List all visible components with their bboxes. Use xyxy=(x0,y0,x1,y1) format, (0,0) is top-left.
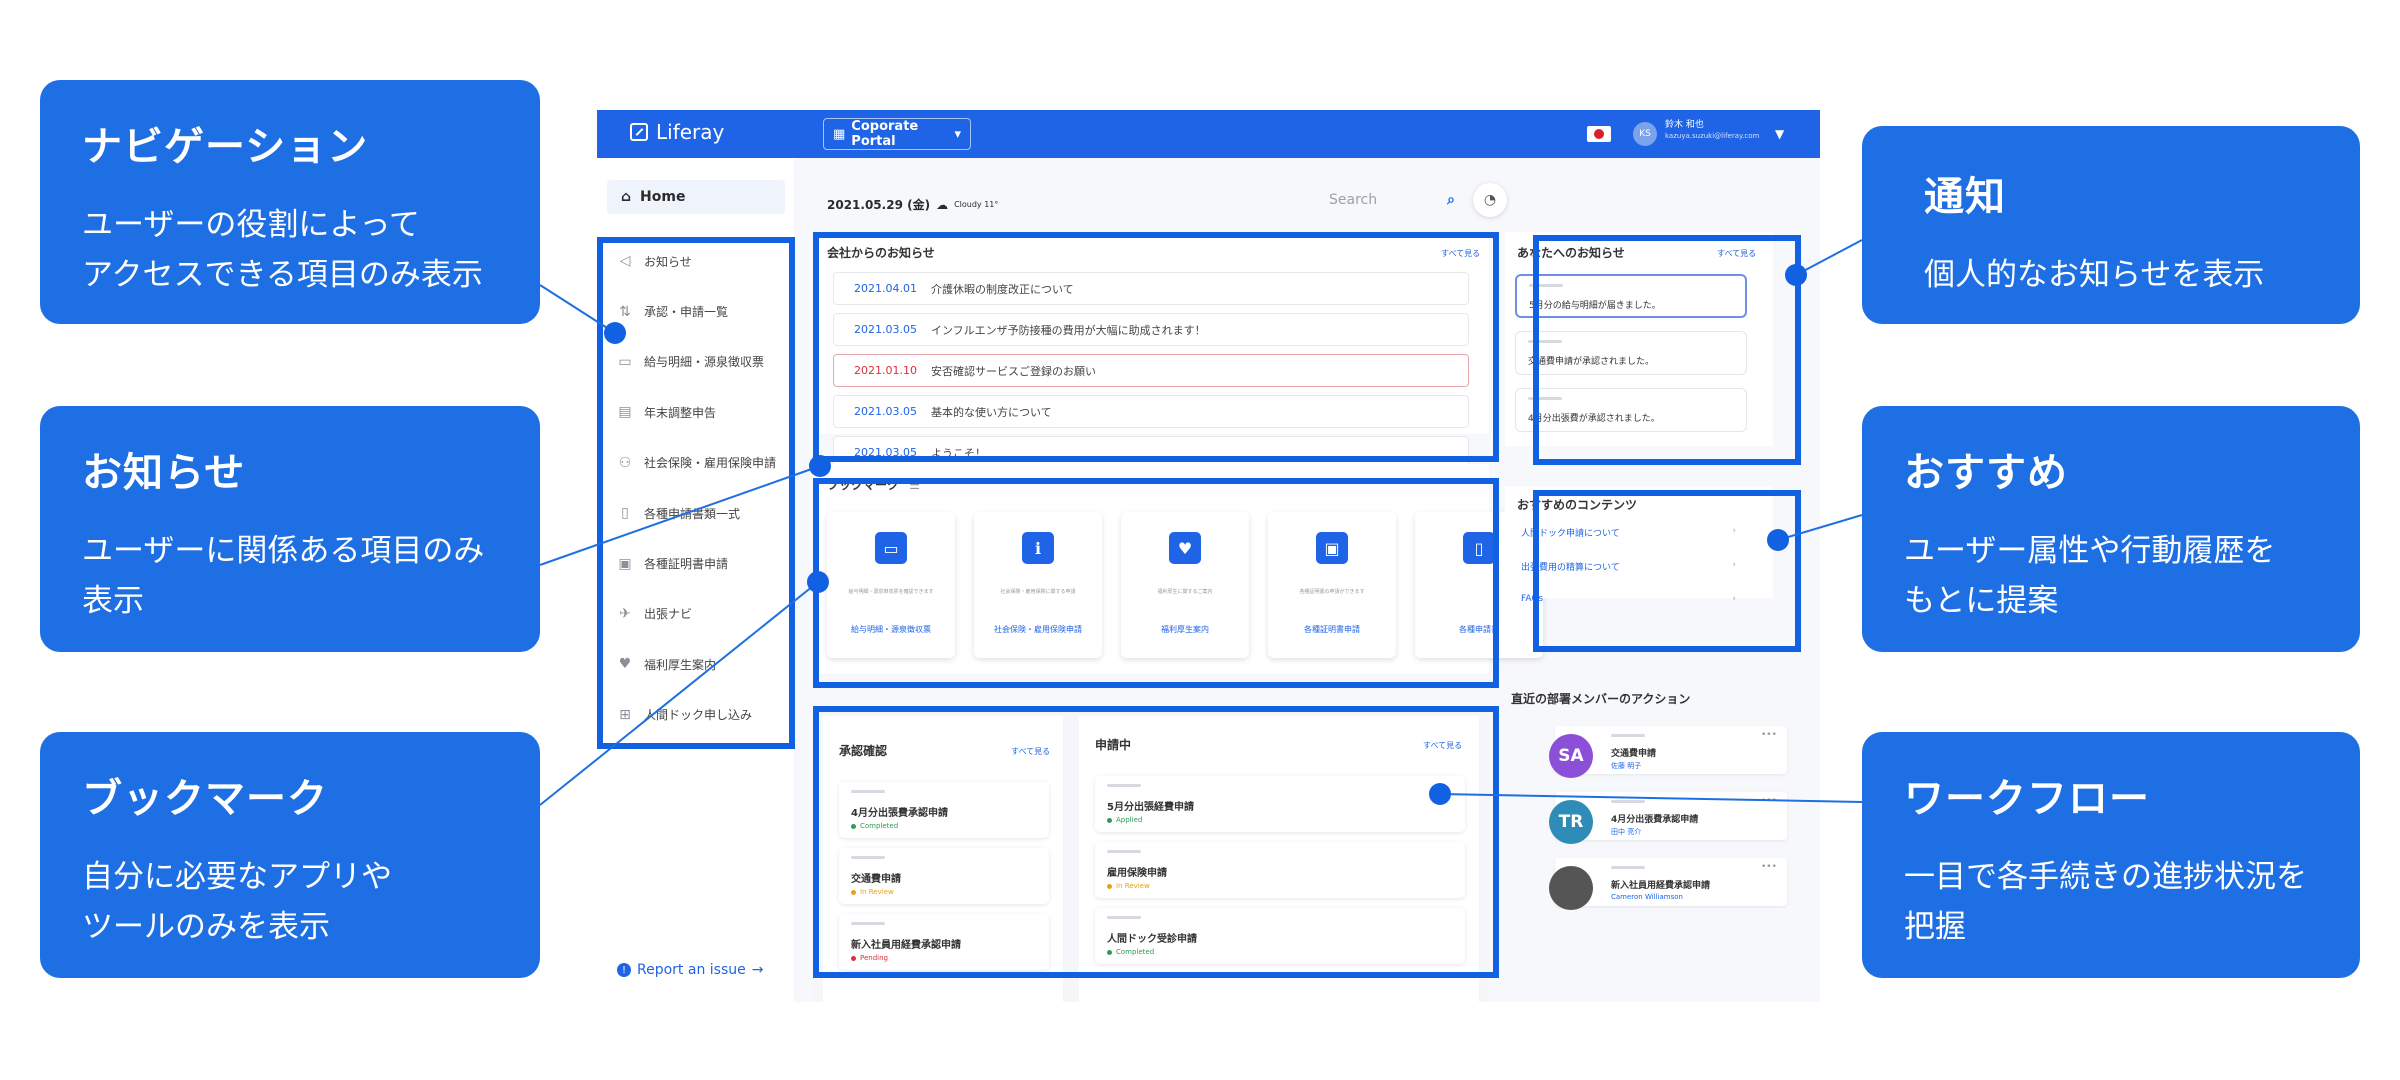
callout-navigation: ナビゲーション ユーザーの役割によって アクセスできる項目のみ表示 xyxy=(40,80,540,324)
callout-bookmark-title: ブックマーク xyxy=(82,776,328,822)
nav-connector-dot xyxy=(604,322,626,344)
callout-recommend: おすすめ ユーザー属性や行動履歴を もとに提案 xyxy=(1862,406,2360,652)
callout-workflow-body: 一目で各手続きの進捗状況を 把握 xyxy=(1904,859,2307,946)
callout-navigation-body: ユーザーの役割によって アクセスできる項目のみ表示 xyxy=(82,207,483,294)
callout-workflow: ワークフロー 一目で各手続きの進捗状況を 把握 xyxy=(1862,732,2360,978)
news-connector-line xyxy=(539,465,821,566)
callout-bookmark-body: 自分に必要なアプリや ツールのみを表示 xyxy=(82,859,392,946)
recommend-connector-dot xyxy=(1767,529,1789,551)
callout-recommend-body: ユーザー属性や行動履歴を もとに提案 xyxy=(1904,533,2276,620)
callout-notify-title: 通知 xyxy=(1924,174,2006,220)
bookmark-connector-line xyxy=(539,581,819,806)
callout-workflow-title: ワークフロー xyxy=(1904,776,2150,822)
workflow-connector-dot xyxy=(1429,783,1451,805)
recommend-connector-line xyxy=(1777,514,1863,541)
news-connector-dot xyxy=(809,455,831,477)
bookmark-connector-dot xyxy=(807,571,829,593)
notify-connector-line xyxy=(1795,239,1863,276)
callout-notify: 通知 個人的なお知らせを表示 xyxy=(1862,126,2360,324)
notify-connector-dot xyxy=(1785,264,1807,286)
callout-recommend-title: おすすめ xyxy=(1904,450,2068,496)
callout-notify-body: 個人的なお知らせを表示 xyxy=(1924,257,2265,293)
nav-connector-line xyxy=(539,284,616,334)
callout-navigation-title: ナビゲーション xyxy=(82,124,369,170)
callout-bookmark: ブックマーク 自分に必要なアプリや ツールのみを表示 xyxy=(40,732,540,978)
workflow-connector-line xyxy=(1439,793,1863,803)
callout-news: お知らせ ユーザーに関係ある項目のみ 表示 xyxy=(40,406,540,652)
callout-news-body: ユーザーに関係ある項目のみ 表示 xyxy=(82,533,485,620)
stage: Liferay ▦ Coporate Portal ▾ KS 鈴木 和也 kaz… xyxy=(0,0,2400,1080)
callout-news-title: お知らせ xyxy=(82,450,246,496)
